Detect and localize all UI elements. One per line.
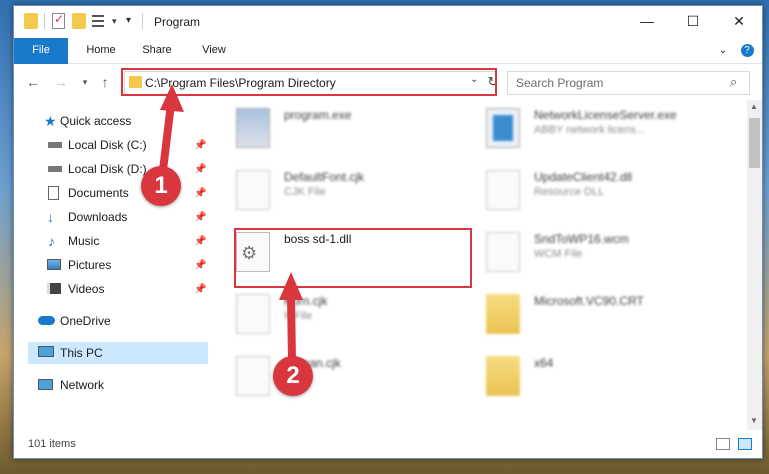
- callout-2: 2: [273, 356, 313, 396]
- callout-1: 1: [141, 166, 181, 206]
- arrow-2: [279, 272, 303, 363]
- arrow-1: [159, 84, 184, 171]
- annotation-overlay: [159, 84, 303, 363]
